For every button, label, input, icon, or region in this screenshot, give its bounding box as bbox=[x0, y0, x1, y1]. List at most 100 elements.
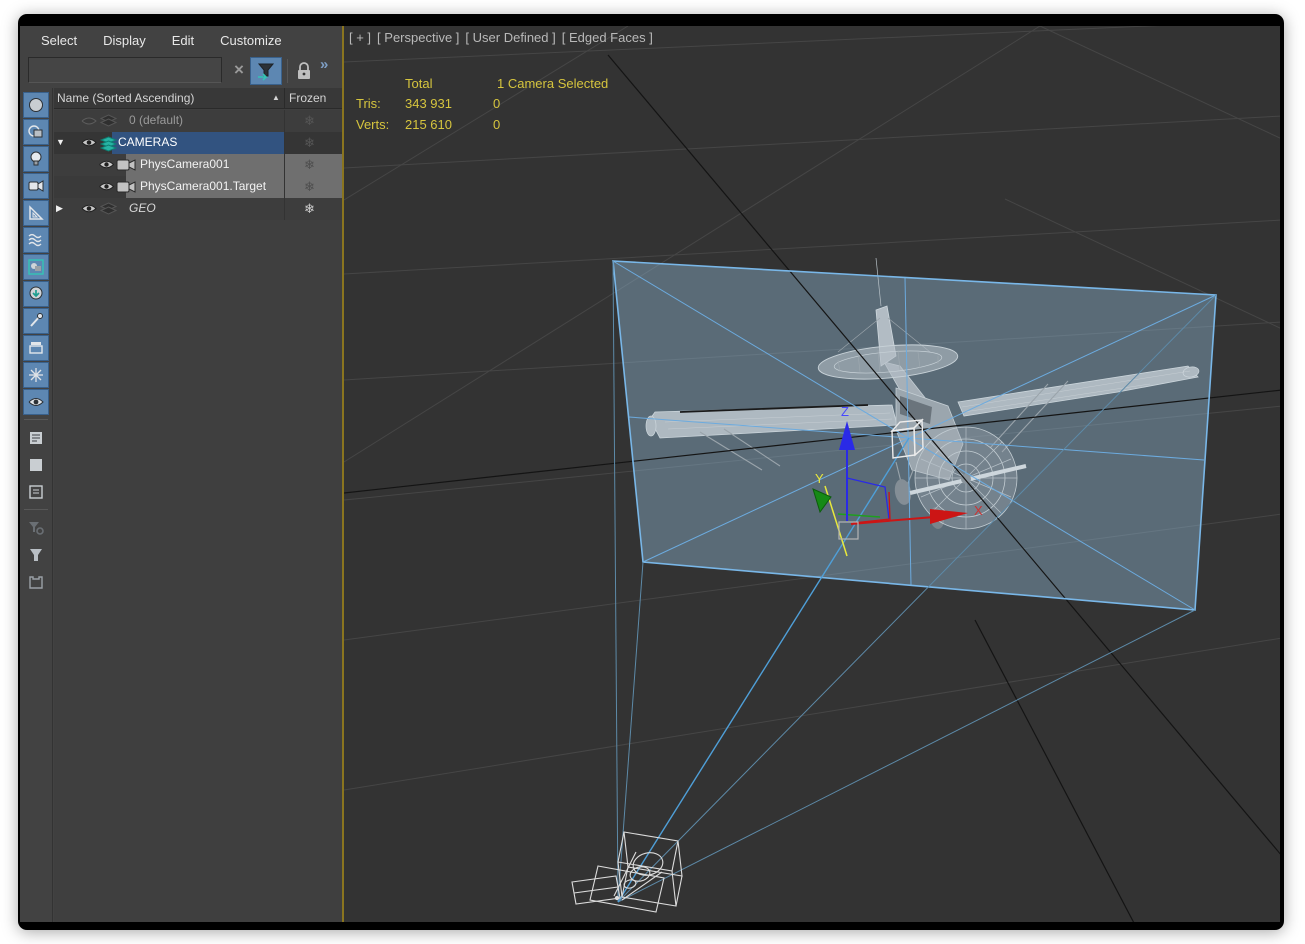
frozen-toggle[interactable]: ❄ bbox=[304, 157, 315, 173]
container-icon bbox=[27, 339, 45, 357]
filter-button[interactable] bbox=[23, 542, 49, 568]
layer-label: CAMERAS bbox=[118, 135, 177, 149]
explorer-menubar: Select Display Edit Customize bbox=[20, 26, 342, 54]
eye-hidden-icon[interactable] bbox=[80, 114, 98, 127]
stats-selected-header: 1 Camera Selected bbox=[497, 76, 608, 91]
xref-icon bbox=[27, 285, 45, 303]
tree-row-physcamera001-target[interactable]: PhysCamera001.Target ❄ bbox=[54, 176, 342, 198]
column-name[interactable]: Name (Sorted Ascending) bbox=[57, 91, 194, 105]
stats-verts-total: 215 610 bbox=[405, 117, 452, 132]
square-toggle-button[interactable] bbox=[23, 452, 49, 478]
set-square-icon bbox=[27, 204, 45, 222]
camera-target-label: PhysCamera001.Target bbox=[140, 179, 266, 193]
stats-verts-selected: 0 bbox=[493, 117, 500, 132]
list-view-button[interactable] bbox=[23, 425, 49, 451]
stats-verts-label: Verts: bbox=[356, 117, 389, 132]
eye-visible-icon[interactable] bbox=[98, 180, 115, 193]
display-bones-button[interactable] bbox=[23, 308, 49, 334]
cell-divider bbox=[284, 176, 285, 198]
display-spacewarps-button[interactable] bbox=[23, 227, 49, 253]
display-lights-button[interactable] bbox=[23, 146, 49, 172]
menu-select[interactable]: Select bbox=[41, 33, 77, 48]
document-view-button[interactable] bbox=[23, 479, 49, 505]
filter-toggle-button[interactable] bbox=[250, 57, 282, 85]
document-icon bbox=[27, 483, 45, 501]
stats-tris-selected: 0 bbox=[493, 96, 500, 111]
camera-object-icon bbox=[116, 180, 136, 194]
group-icon bbox=[27, 258, 45, 276]
display-helpers-button[interactable] bbox=[23, 200, 49, 226]
expand-arrow[interactable]: ▼ bbox=[56, 137, 65, 147]
basket-icon bbox=[27, 573, 45, 591]
frozen-toggle[interactable]: ❄ bbox=[304, 179, 315, 195]
layer-label: 0 (default) bbox=[129, 113, 183, 127]
stats-tris-total: 343 931 bbox=[405, 96, 452, 111]
square-icon bbox=[27, 456, 45, 474]
list-icon bbox=[27, 429, 45, 447]
viewport-menu-general[interactable]: [ + ] bbox=[349, 30, 371, 45]
viewport-canvas[interactable]: X Y Z bbox=[344, 26, 1280, 922]
scene-tree: 0 (default) ❄ ▼ CAMERAS ❄ bbox=[54, 109, 342, 922]
stats-tris-label: Tris: bbox=[356, 96, 381, 111]
viewport-menu-user-defined[interactable]: [ User Defined ] bbox=[465, 30, 555, 45]
display-groups-button[interactable] bbox=[23, 254, 49, 280]
search-row: × » bbox=[20, 54, 342, 88]
tree-row-cameras-layer[interactable]: ▼ CAMERAS ❄ bbox=[54, 132, 342, 154]
app-window: Select Display Edit Customize × bbox=[18, 14, 1284, 930]
menu-edit[interactable]: Edit bbox=[172, 33, 194, 48]
funnel-icon bbox=[256, 61, 276, 81]
lock-button[interactable] bbox=[291, 57, 317, 85]
viewport-label: [ + ] [ Perspective ] [ User Defined ] [… bbox=[349, 30, 653, 45]
display-containers-button[interactable] bbox=[23, 335, 49, 361]
collection-basket-button[interactable] bbox=[23, 569, 49, 595]
waves-icon bbox=[27, 231, 45, 249]
camera-object-icon bbox=[116, 158, 136, 172]
menu-customize[interactable]: Customize bbox=[220, 33, 281, 48]
camera-icon bbox=[27, 177, 45, 195]
display-hidden-button[interactable] bbox=[23, 389, 49, 415]
frozen-toggle[interactable]: ❄ bbox=[304, 113, 315, 129]
layer-icon bbox=[100, 114, 117, 129]
layer-icon bbox=[100, 202, 117, 217]
search-input[interactable] bbox=[28, 57, 222, 83]
column-frozen[interactable]: Frozen bbox=[289, 91, 326, 105]
cell-divider bbox=[284, 154, 285, 176]
collapse-arrow[interactable]: ▶ bbox=[56, 203, 63, 214]
lock-icon bbox=[296, 62, 312, 80]
sphere-icon bbox=[27, 96, 45, 114]
physcamera-body[interactable] bbox=[572, 832, 682, 912]
menu-display[interactable]: Display bbox=[103, 33, 146, 48]
frozen-toggle[interactable]: ❄ bbox=[304, 135, 315, 151]
display-cameras-button[interactable] bbox=[23, 173, 49, 199]
filter-config-button[interactable] bbox=[23, 515, 49, 541]
clear-search-icon[interactable]: × bbox=[228, 58, 250, 82]
display-geometry-button[interactable] bbox=[23, 92, 49, 118]
eye-visible-icon[interactable] bbox=[98, 158, 115, 171]
tree-row-geo-layer[interactable]: ▶ GEO ❄ bbox=[54, 198, 342, 220]
shapes-icon bbox=[27, 123, 45, 141]
eye-visible-icon[interactable] bbox=[80, 136, 98, 149]
axis-label-z: Z bbox=[841, 404, 849, 419]
funnel-gear-icon bbox=[27, 519, 45, 537]
toolbar-separator bbox=[24, 419, 48, 420]
column-divider[interactable] bbox=[284, 88, 285, 109]
stats-total-header: Total bbox=[405, 76, 432, 91]
display-xrefs-button[interactable] bbox=[23, 281, 49, 307]
axis-label-x: X bbox=[974, 503, 983, 518]
bone-icon bbox=[27, 312, 45, 330]
display-shapes-button[interactable] bbox=[23, 119, 49, 145]
eye-visible-icon[interactable] bbox=[80, 202, 98, 215]
eye-icon bbox=[27, 393, 45, 411]
viewport-menu-shading[interactable]: [ Edged Faces ] bbox=[562, 30, 653, 45]
tree-row-physcamera001[interactable]: PhysCamera001 ❄ bbox=[54, 154, 342, 176]
viewport-menu-pov[interactable]: [ Perspective ] bbox=[377, 30, 459, 45]
tree-row-default-layer[interactable]: 0 (default) ❄ bbox=[54, 110, 342, 132]
lightbulb-icon bbox=[27, 150, 45, 168]
sort-ascending-icon[interactable]: ▲ bbox=[272, 93, 280, 102]
toolbar-separator bbox=[24, 509, 48, 510]
frozen-toggle[interactable]: ❄ bbox=[304, 201, 315, 217]
cell-divider bbox=[284, 132, 285, 154]
perspective-viewport[interactable]: X Y Z [ + ] [ Perspective ] [ User Defin… bbox=[344, 26, 1280, 922]
overflow-chevrons[interactable]: » bbox=[320, 56, 328, 73]
display-frozen-button[interactable] bbox=[23, 362, 49, 388]
